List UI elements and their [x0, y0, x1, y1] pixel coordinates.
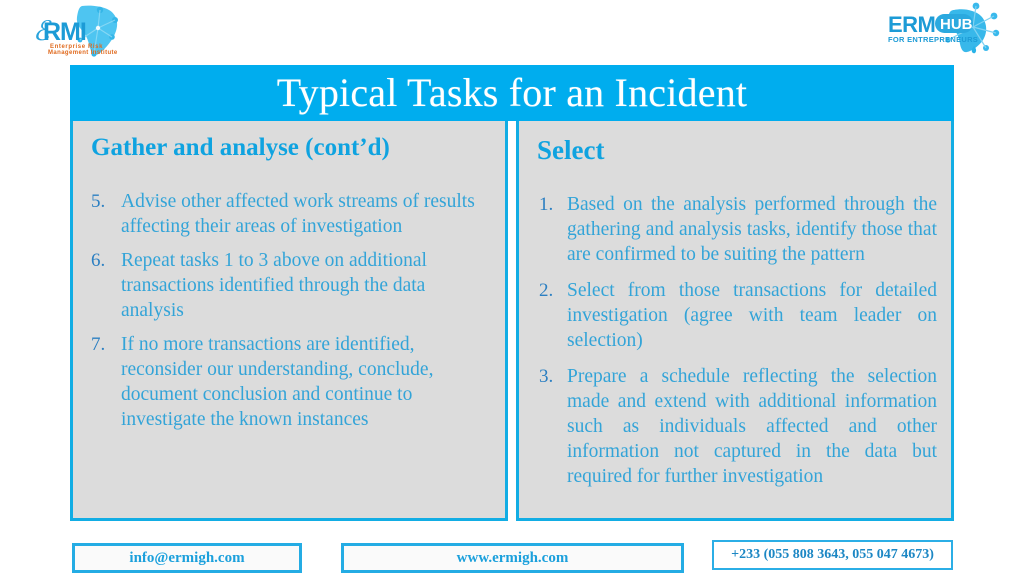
list-item: 2. Select from those transactions for de… — [529, 278, 937, 353]
list-item-text: If no more transactions are identified, … — [121, 333, 434, 430]
footer-website-text: www.ermigh.com — [456, 549, 569, 566]
panel-gather-and-analyse: Gather and analyse (cont’d) 5. Advise ot… — [70, 121, 508, 521]
list-item-number: 3. — [539, 366, 554, 388]
erm-hub-tagline: FOR ENTREPRENEURS — [888, 35, 978, 44]
ermi-logo-svg: ℰ RMI Enterprise Risk Management Institu… — [33, 5, 118, 57]
hub-badge: HUB — [935, 14, 973, 33]
list-item: 1. Based on the analysis performed throu… — [529, 192, 937, 267]
footer-phone-text: +233 (055 808 3643, 055 047 4673) — [731, 547, 934, 562]
slide-title-banner: Typical Tasks for an Incident — [70, 65, 954, 121]
ermi-tagline-line2: Management Institute — [48, 50, 118, 56]
erm-hub-logo-svg: ERM HUB FOR ENTREPRENEURS — [888, 2, 1000, 54]
list-item-text: Prepare a schedule reflecting the select… — [567, 366, 937, 488]
list-item-number: 5. — [91, 190, 106, 212]
footer-email-box[interactable]: info@ermigh.com — [72, 543, 302, 573]
panel-left-list: 5. Advise other affected work streams of… — [83, 189, 491, 432]
panel-right-heading: Select — [537, 135, 605, 165]
footer-phone-box[interactable]: +233 (055 808 3643, 055 047 4673) — [712, 540, 953, 570]
list-item-number: 6. — [91, 249, 106, 271]
footer-website-box[interactable]: www.ermigh.com — [341, 543, 684, 573]
list-item-text: Based on the analysis performed through … — [567, 194, 937, 266]
list-item: 7. If no more transactions are identifie… — [83, 332, 491, 432]
list-item-text: Advise other affected work streams of re… — [121, 190, 475, 237]
panel-select: Select 1. Based on the analysis performe… — [516, 121, 954, 521]
list-item: 5. Advise other affected work streams of… — [83, 189, 491, 239]
panel-left-heading: Gather and analyse (cont’d) — [91, 134, 390, 161]
list-item-text: Repeat tasks 1 to 3 above on additional … — [121, 249, 427, 321]
panel-right-list: 1. Based on the analysis performed throu… — [529, 192, 937, 489]
list-item-number: 1. — [539, 194, 554, 216]
ermi-mark-text: RMI — [43, 18, 86, 46]
list-item-number: 2. — [539, 280, 554, 302]
erm-mark-text: ERM — [888, 12, 935, 37]
page-title: Typical Tasks for an Incident — [276, 70, 748, 115]
list-item-text: Select from those transactions for detai… — [567, 280, 937, 352]
list-item-number: 7. — [91, 333, 106, 355]
ermi-logo: ℰ RMI Enterprise Risk Management Institu… — [16, 4, 146, 60]
footer-email-text: info@ermigh.com — [129, 549, 245, 566]
hub-badge-text: HUB — [940, 16, 973, 33]
list-item: 6. Repeat tasks 1 to 3 above on addition… — [83, 248, 491, 323]
erm-hub-logo: ERM HUB FOR ENTREPRENEURS — [878, 2, 1010, 58]
list-item: 3. Prepare a schedule reflecting the sel… — [529, 364, 937, 489]
